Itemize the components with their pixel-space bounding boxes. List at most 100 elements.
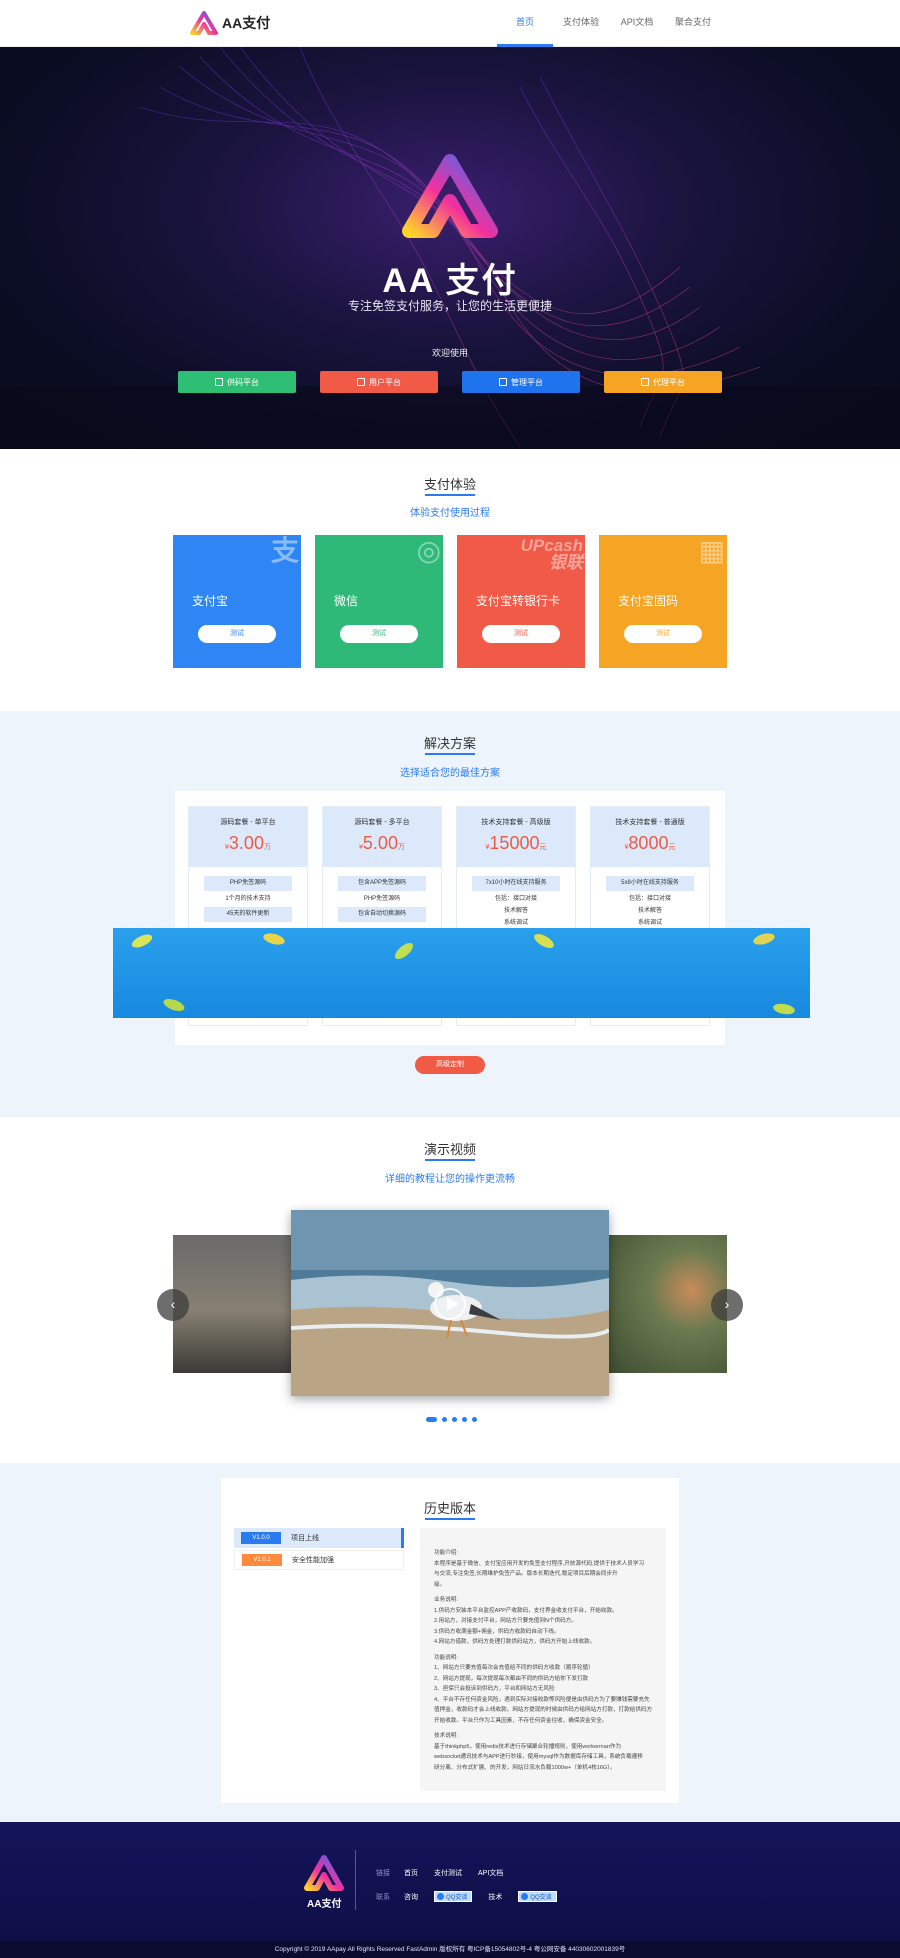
supplier-platform-button[interactable]: 供码平台 [178, 371, 296, 393]
leaf-decoration [129, 931, 155, 951]
carousel-prev-button[interactable]: ‹ [157, 1289, 189, 1321]
solutions-section: 解决方案 选择适合您的最佳方案 源码套餐 - 单平台 ¥3.00万 PHP免签源… [0, 711, 900, 1117]
qq-chat-button[interactable]: QQ交谈 [434, 1891, 473, 1902]
agent-platform-button[interactable]: 代理平台 [604, 371, 722, 393]
qq-chat-label: QQ交谈 [446, 1895, 468, 1901]
hero-logo-icon [402, 154, 498, 238]
plan-name: 源码套餐 - 多平台 [354, 819, 410, 826]
test-alipay-button[interactable]: 测试 [198, 625, 276, 643]
footer-links-label: 链接 [376, 1870, 390, 1877]
hero-title: AA 支付 [382, 262, 518, 300]
plan-feature: PHP免签源码 [204, 876, 292, 891]
leaf-decoration [752, 931, 776, 947]
user-platform-button[interactable]: 用户平台 [320, 371, 438, 393]
solutions-subtitle: 选择适合您的最佳方案 [400, 768, 500, 779]
changelog-line: 2、网站方提现，每次提现每次都由不同的供码方给你下发打款 [434, 1675, 589, 1682]
changelog-line: 与交流,专注免签,长期维护免签产品。版本长期迭代,稳定项目后期会同步升 [434, 1571, 618, 1577]
changelog-content: 功能介绍: 本程序是基于微信、支付宝应用开发的免签支付程序,开放源代码,提供于技… [420, 1528, 666, 1791]
footer-consult-label: 咨询 [404, 1893, 418, 1901]
changelog-line: 研分离、分布式扩展、的开发，网站日流水负载1000w+（单机4核16G）。 [434, 1764, 616, 1771]
footer-divider [355, 1850, 356, 1910]
plan-feature: 包括：接口对接 [494, 896, 537, 902]
video-section: 演示视频 详细的教程让您的操作更流畅 ‹ › [0, 1117, 900, 1463]
footer-links-row: 链接 首页 支付测试 API文档 [376, 1868, 519, 1878]
carousel-next-button[interactable]: › [711, 1289, 743, 1321]
pay-demo-subtitle: 体验支付使用过程 [410, 508, 490, 519]
carousel-dot[interactable] [426, 1417, 437, 1422]
custom-plan-button[interactable]: 高级定制 [415, 1056, 485, 1074]
version-label: 安全性能加强 [292, 1557, 334, 1564]
plan-price: ¥3.00万 [225, 833, 271, 853]
pay-card-name: 微信 [334, 594, 359, 608]
qq-chat-button[interactable]: QQ交谈 [518, 1891, 557, 1902]
changelog-line: 2.用站方，对接支付平台，网站方只要充值到N个供码方。 [434, 1618, 577, 1624]
plan-feature: 包括：接口对接 [628, 896, 671, 902]
plan-feature: PHP免签源码 [363, 896, 401, 902]
plan-name: 技术支持套餐 - 高级版 [481, 819, 551, 826]
footer-link-api-docs[interactable]: API文档 [478, 1868, 503, 1878]
footer-link-pay-test[interactable]: 支付测试 [434, 1868, 462, 1878]
welcome-text: 欢迎使用 [431, 348, 468, 358]
copyright-bar: Copyright © 2019 AApay All Rights Reserv… [0, 1941, 900, 1958]
carousel-pagination [426, 1417, 482, 1422]
hero-tagline: 专注免签支付服务，让您的生活更便捷 [347, 299, 552, 313]
carousel-dot[interactable] [452, 1417, 457, 1422]
footer-contact-label: 联系 [376, 1893, 390, 1901]
plan-feature: 1个月的技术支持 [225, 896, 271, 902]
leaf-decoration [772, 1002, 796, 1016]
video-slide-next[interactable] [607, 1235, 727, 1373]
test-bank-transfer-button[interactable]: 测试 [482, 625, 560, 643]
footer: AA支付 链接 首页 支付测试 API文档 联系 咨询 QQ交谈 技术 QQ交谈… [0, 1822, 900, 1958]
video-slide-prev[interactable] [173, 1235, 293, 1373]
pay-card-wechat: ◎ 微信 测试 [315, 535, 443, 668]
footer-link-home[interactable]: 首页 [404, 1868, 418, 1878]
store-icon [215, 378, 223, 386]
pay-demo-section: 支付体验 体验支付使用过程 支 支付宝 测试 ◎ 微信 测试 UPcash 银联 … [0, 449, 900, 711]
water-banner-image [113, 928, 810, 1018]
leaf-decoration [262, 931, 286, 947]
pay-demo-title: 支付体验 [423, 477, 476, 492]
test-wechat-button[interactable]: 测试 [340, 625, 418, 643]
version-item[interactable]: V1.0.1 安全性能加强 [234, 1550, 404, 1570]
brand-logo[interactable]: AA支付 [190, 10, 270, 36]
hero-section: AA 支付 专注免签支付服务，让您的生活更便捷 [0, 47, 900, 449]
agent-platform-label: 代理平台 [653, 377, 685, 387]
qq-chat-label: QQ交谈 [530, 1895, 552, 1901]
nav-item-api-docs[interactable]: API文档 [609, 0, 665, 47]
version-item-selected[interactable]: V1.0.0 项目上线 [234, 1528, 404, 1548]
changelog-line: 开始收款。平台只作为工具因素，不存任何资金往收，确保资金安全。 [434, 1717, 608, 1724]
changelog-line: 本程序是基于微信、支付宝应用开发的免签支付程序,开放源代码,提供于技术人员学习 [434, 1560, 645, 1567]
version-tag: V1.0.0 [241, 1532, 281, 1544]
nav-item-aggregate-pay[interactable]: 聚合支付 [665, 0, 721, 47]
section-underline [425, 1518, 475, 1520]
changelog-line: 技术说明: [434, 1733, 458, 1739]
video-title: 演示视频 [423, 1142, 476, 1157]
play-icon[interactable] [434, 1288, 466, 1320]
test-fixed-qr-button[interactable]: 测试 [624, 625, 702, 643]
carousel-dot[interactable] [462, 1417, 467, 1422]
version-tag: V1.0.1 [242, 1554, 282, 1566]
carousel-dot[interactable] [472, 1417, 477, 1422]
plan-price: ¥8000元 [624, 833, 676, 853]
changelog-line: 基于thinkphp5，使用redis技术进行存储聚合轮播规则，使用worker… [434, 1743, 622, 1750]
pay-card-name: 支付宝 [192, 594, 229, 608]
nav-item-pay-demo[interactable]: 支付体验 [553, 0, 609, 47]
leaf-decoration [392, 940, 416, 962]
nav-item-home[interactable]: 首页 [497, 0, 553, 47]
pay-card-fixed-qr: ▦ 支付宝固码 测试 [599, 535, 727, 668]
changelog-line: 级。 [434, 1581, 446, 1588]
carousel-dot[interactable] [442, 1417, 447, 1422]
wechat-icon: ◎ [416, 535, 441, 566]
footer-brand-name: AA支付 [307, 1899, 342, 1910]
plan-name: 技术支持套餐 - 普通版 [615, 819, 685, 826]
admin-platform-button[interactable]: 管理平台 [462, 371, 580, 393]
changelog-line: 1、网站方只要充值每次会充值给不同的供码方收款（顺序轮循） [434, 1665, 594, 1671]
pay-card-alipay: 支 支付宝 测试 [173, 535, 301, 668]
history-section: 历史版本 V1.0.0 项目上线 V1.0.1 安全性能加强 功能介绍: 本程序… [0, 1463, 900, 1822]
solutions-title: 解决方案 [423, 736, 476, 751]
video-player[interactable] [291, 1210, 609, 1396]
section-underline [425, 753, 475, 755]
video-subtitle: 详细的教程让您的操作更流畅 [385, 1174, 515, 1185]
leaf-decoration [161, 996, 187, 1014]
plan-feature: 包含自动切换源码 [338, 907, 426, 922]
